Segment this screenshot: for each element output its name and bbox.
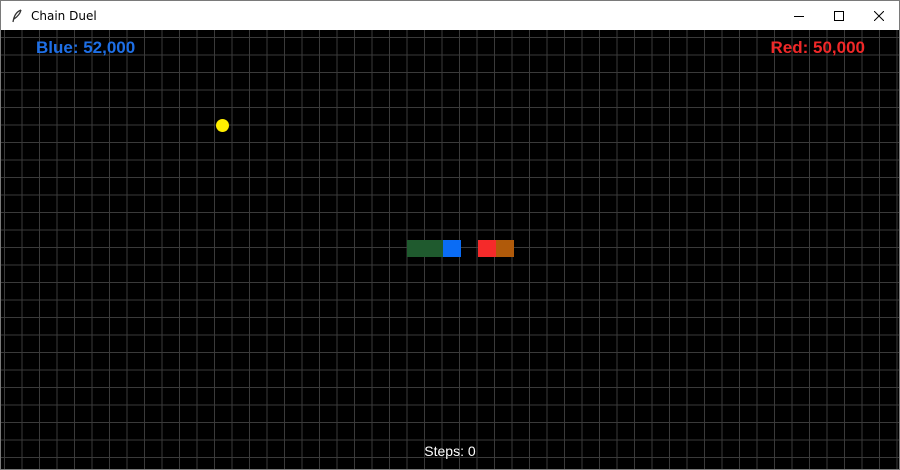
red-snake-head — [478, 240, 496, 257]
food-pellet — [216, 119, 229, 132]
steps-counter: Steps: 0 — [1, 443, 899, 459]
window-controls — [779, 1, 899, 30]
maximize-icon — [834, 10, 844, 21]
blue-score: Blue: 52,000 — [36, 38, 136, 57]
minimize-button[interactable] — [779, 1, 819, 30]
red-snake-body — [496, 240, 514, 257]
red-score: Red: 50,000 — [770, 38, 866, 57]
close-button[interactable] — [859, 1, 899, 30]
blue-snake-body — [407, 240, 443, 257]
steps-value: 0 — [467, 443, 476, 459]
feather-icon — [9, 8, 25, 24]
title-bar[interactable]: Chain Duel — [1, 1, 899, 30]
minimize-icon — [794, 15, 804, 17]
maximize-button[interactable] — [819, 1, 859, 30]
steps-label: Steps: — [424, 443, 464, 459]
app-window: Chain Duel Blue: 52,000 Red: 50,000 Step… — [0, 0, 900, 470]
close-icon — [874, 10, 884, 21]
window-title: Chain Duel — [31, 8, 97, 23]
game-board[interactable]: Blue: 52,000 Red: 50,000 Steps: 0 — [1, 30, 899, 469]
blue-snake-head — [443, 240, 461, 257]
